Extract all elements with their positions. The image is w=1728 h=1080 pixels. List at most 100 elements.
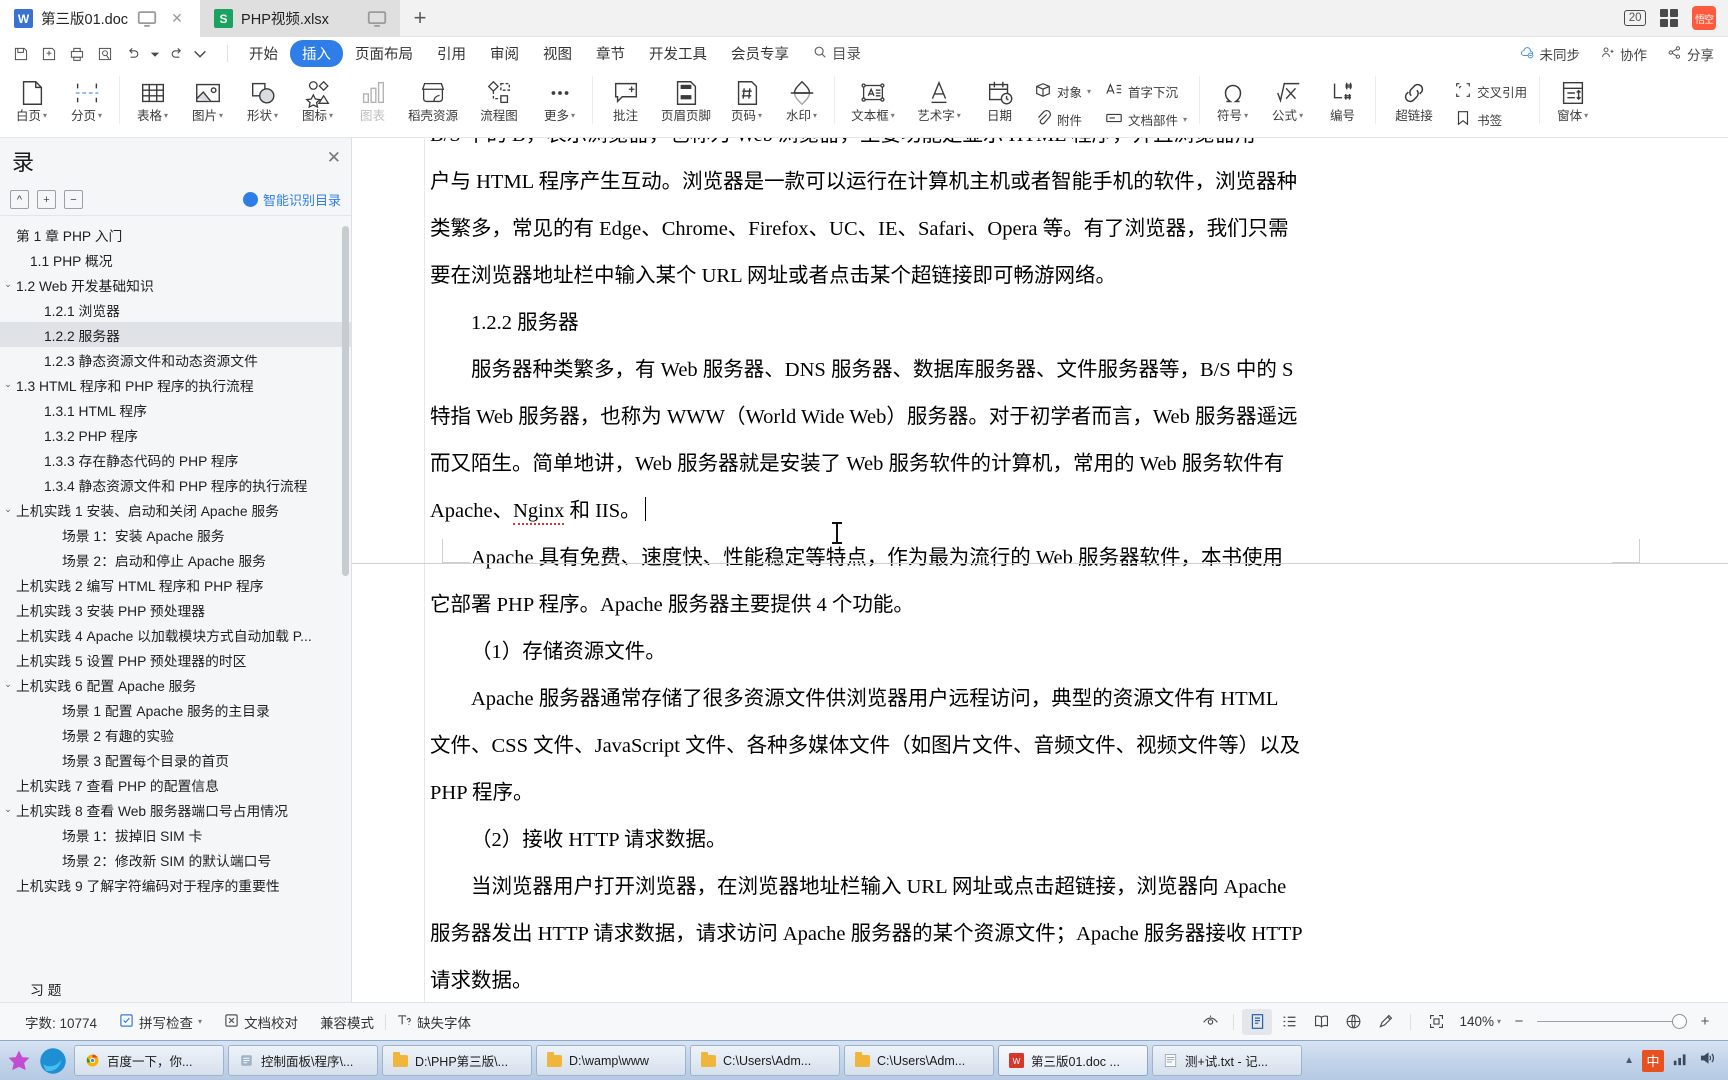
ribbon-bookmark[interactable]: 书签 bbox=[1447, 106, 1534, 134]
document-paragraph-10[interactable]: 它部署 PHP 程序。Apache 服务器主要提供 4 个功能。 bbox=[430, 582, 1490, 629]
share-button[interactable]: 分享 bbox=[1667, 44, 1714, 64]
word-count[interactable]: 字数: 10774 bbox=[14, 1012, 108, 1032]
edge-pinned-icon[interactable] bbox=[36, 1045, 70, 1077]
taskbar-item-0[interactable]: 百度一下，你... bbox=[74, 1045, 224, 1076]
ribbon-doc-parts[interactable]: 文档部件 ▾ bbox=[1098, 106, 1194, 134]
proofread-button[interactable]: 文档校对 bbox=[213, 1012, 309, 1032]
document-paragraph-5[interactable]: 服务器种类繁多，有 Web 服务器、DNS 服务器、数据库服务器、文件服务器等，… bbox=[430, 347, 1490, 394]
toc-item-0[interactable]: 第 1 章 PHP 入门 bbox=[0, 222, 351, 247]
ribbon-flowchart[interactable]: 流程图 bbox=[466, 70, 532, 136]
spelling-error-word[interactable]: Nginx bbox=[513, 500, 565, 525]
taskbar-item-3[interactable]: D:\wamp\www bbox=[536, 1045, 686, 1076]
ribbon-more[interactable]: 更多 ▾ bbox=[532, 70, 587, 136]
menu-item-review[interactable]: 审阅 bbox=[478, 40, 531, 67]
ribbon-symbol[interactable]: 符号 ▾ bbox=[1205, 70, 1260, 136]
undo-icon[interactable] bbox=[120, 41, 146, 67]
ribbon-header-footer[interactable]: 页眉页脚 bbox=[653, 70, 719, 136]
fit-page-icon[interactable] bbox=[1421, 1009, 1451, 1035]
menu-item-insert[interactable]: 插入 bbox=[290, 40, 343, 67]
toc-item-1[interactable]: 1.1 PHP 概况 bbox=[0, 247, 351, 272]
menu-search[interactable]: 目录 bbox=[801, 43, 873, 64]
toc-item-26[interactable]: 上机实践 9 了解字符编码对于程序的重要性 bbox=[0, 872, 351, 897]
spellcheck-button[interactable]: 拼写检查 ▾ bbox=[108, 1012, 213, 1032]
tab-doc-0[interactable]: W 第三版01.doc ✕ bbox=[0, 0, 201, 37]
ime-indicator[interactable]: 中 bbox=[1642, 1049, 1664, 1072]
ribbon-numbering[interactable]: 编号 bbox=[1315, 70, 1370, 136]
taskbar-item-6[interactable]: W 第三版01.doc ... bbox=[998, 1045, 1148, 1076]
taskbar-item-2[interactable]: D:\PHP第三版\... bbox=[382, 1045, 532, 1076]
toc-scrollbar-thumb[interactable] bbox=[342, 226, 349, 576]
menu-item-section[interactable]: 章节 bbox=[584, 40, 637, 67]
ribbon-watermark[interactable]: 水印 ▾ bbox=[774, 70, 829, 136]
document-paragraph-11[interactable]: （1）存储资源文件。 bbox=[430, 629, 1490, 676]
web-view-icon[interactable] bbox=[1338, 1009, 1368, 1035]
chevron-down-icon[interactable]: ⌄ bbox=[0, 679, 16, 690]
missing-font-button[interactable]: 缺失字体 bbox=[386, 1012, 482, 1032]
toc-item-23[interactable]: ⌄ 上机实践 8 查看 Web 服务器端口号占用情况 bbox=[0, 797, 351, 822]
undo-caret-icon[interactable] bbox=[148, 41, 162, 67]
toc-item-25[interactable]: 场景 2：修改新 SIM 的默认端口号 bbox=[0, 847, 351, 872]
ribbon-page-number[interactable]: 页码 ▾ bbox=[719, 70, 774, 136]
document-paragraph-1[interactable]: 户与 HTML 程序产生互动。浏览器是一款可以运行在计算机主机或者智能手机的软件… bbox=[430, 159, 1490, 206]
ribbon-blank-page[interactable]: 白页 ▾ bbox=[4, 70, 59, 136]
document-paragraph-12[interactable]: Apache 服务器通常存储了很多资源文件供浏览器用户远程访问，典型的资源文件有… bbox=[430, 676, 1490, 723]
print-preview-icon[interactable] bbox=[92, 41, 118, 67]
toc-item-12[interactable]: 场景 1：安装 Apache 服务 bbox=[0, 522, 351, 547]
toc-item-22[interactable]: 上机实践 7 查看 PHP 的配置信息 bbox=[0, 772, 351, 797]
ribbon-table[interactable]: 表格 ▾ bbox=[125, 70, 180, 136]
chevron-down-icon[interactable]: ⌄ bbox=[0, 504, 16, 515]
toc-expand-button[interactable]: + bbox=[37, 190, 56, 209]
taskbar-item-4[interactable]: C:\Users\Adm... bbox=[690, 1045, 840, 1076]
smart-toc-button[interactable]: 智能识别目录 bbox=[242, 190, 341, 209]
toc-item-17[interactable]: 上机实践 5 设置 PHP 预处理器的时区 bbox=[0, 647, 351, 672]
toc-bottom-item[interactable]: 习 题 bbox=[0, 976, 351, 1002]
toc-item-11[interactable]: ⌄ 上机实践 1 安装、启动和关闭 Apache 服务 bbox=[0, 497, 351, 522]
toc-item-8[interactable]: 1.3.2 PHP 程序 bbox=[0, 422, 351, 447]
zoom-slider-knob[interactable] bbox=[1672, 1014, 1687, 1029]
menu-item-references[interactable]: 引用 bbox=[425, 40, 478, 67]
ribbon-textbox[interactable]: 文本框 ▾ bbox=[840, 70, 906, 136]
taskbar-item-5[interactable]: C:\Users\Adm... bbox=[844, 1045, 994, 1076]
ribbon-page-break[interactable]: 分页 ▾ bbox=[59, 70, 114, 136]
ribbon-wordart[interactable]: 艺术字 ▾ bbox=[906, 70, 972, 136]
ribbon-hyperlink[interactable]: 超链接 bbox=[1381, 70, 1447, 136]
ribbon-docer-resource[interactable]: 稻壳资源 bbox=[400, 70, 466, 136]
chevron-down-icon[interactable]: ⌄ bbox=[0, 379, 16, 390]
menu-item-view[interactable]: 视图 bbox=[531, 40, 584, 67]
document-paragraph-4[interactable]: 1.2.2 服务器 bbox=[430, 300, 1490, 347]
ribbon-attachment[interactable]: 附件 bbox=[1027, 106, 1098, 134]
ribbon-icons[interactable]: 图标 ▾ bbox=[290, 70, 345, 136]
ribbon-form[interactable]: 窗体 ▾ bbox=[1545, 70, 1600, 136]
document-paragraph-3[interactable]: 要在浏览器地址栏中输入某个 URL 网址或者点击某个超链接即可畅游网络。 bbox=[430, 253, 1490, 300]
volume-icon[interactable] bbox=[1698, 1049, 1716, 1072]
cloud-sync-status[interactable]: 未同步 bbox=[1520, 44, 1580, 64]
toc-item-19[interactable]: 场景 1 配置 Apache 服务的主目录 bbox=[0, 697, 351, 722]
document-paragraph-14[interactable]: PHP 程序。 bbox=[430, 770, 1490, 817]
toc-item-14[interactable]: 上机实践 2 编写 HTML 程序和 PHP 程序 bbox=[0, 572, 351, 597]
menu-item-dev-tools[interactable]: 开发工具 bbox=[637, 40, 719, 67]
taskbar-item-7[interactable]: 测+试.txt - 记... bbox=[1152, 1045, 1302, 1076]
toc-item-24[interactable]: 场景 1：拔掉旧 SIM 卡 bbox=[0, 822, 351, 847]
ribbon-cross-reference[interactable]: 交叉引用 bbox=[1447, 78, 1534, 106]
grid-icon[interactable] bbox=[1659, 8, 1678, 28]
ribbon-date[interactable]: 日期 bbox=[972, 70, 1027, 136]
print-icon[interactable] bbox=[64, 41, 90, 67]
save-icon[interactable] bbox=[8, 41, 34, 67]
menu-item-page-layout[interactable]: 页面布局 bbox=[343, 40, 425, 67]
document-paragraph-9[interactable]: Apache 具有免费、速度快、性能稳定等特点，作为最为流行的 Web 服务器软… bbox=[430, 535, 1490, 582]
document-page[interactable]: B/S 中的 B，表示浏览器，也称为 Web 浏览器，主要功能是显示 HTML … bbox=[430, 138, 1490, 1002]
toc-item-9[interactable]: 1.3.3 存在静态代码的 PHP 程序 bbox=[0, 447, 351, 472]
start-button[interactable] bbox=[6, 1046, 32, 1076]
chevron-down-icon[interactable]: ▾ bbox=[1183, 115, 1187, 124]
zoom-slider[interactable] bbox=[1537, 1014, 1687, 1029]
eye-icon[interactable] bbox=[1195, 1009, 1225, 1035]
zoom-out-button[interactable]: − bbox=[1510, 1013, 1528, 1030]
ribbon-formula[interactable]: 公式 ▾ bbox=[1260, 70, 1315, 136]
toc-item-18[interactable]: ⌄ 上机实践 6 配置 Apache 服务 bbox=[0, 672, 351, 697]
menu-item-start[interactable]: 开始 bbox=[237, 40, 290, 67]
page-view-icon[interactable] bbox=[1242, 1008, 1273, 1035]
toc-item-15[interactable]: 上机实践 3 安装 PHP 预处理器 bbox=[0, 597, 351, 622]
ribbon-object[interactable]: 对象 ▾ bbox=[1027, 78, 1098, 106]
toc-item-13[interactable]: 场景 2：启动和停止 Apache 服务 bbox=[0, 547, 351, 572]
chevron-down-icon[interactable]: ▾ bbox=[1497, 1017, 1501, 1026]
